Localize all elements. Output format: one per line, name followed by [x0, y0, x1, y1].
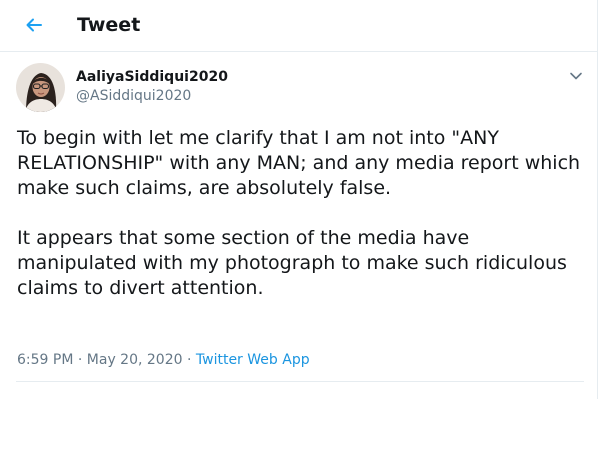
page-title: Tweet	[77, 14, 141, 36]
tweet-page: Tweet AaliyaSiddiqui2020 @ASiddiqui2020	[0, 0, 600, 450]
tweet-paragraph: It appears that some section of the medi…	[17, 227, 567, 299]
tweet-time[interactable]: 6:59 PM	[17, 352, 73, 368]
avatar[interactable]	[16, 63, 65, 112]
username[interactable]: @ASiddiqui2020	[76, 87, 191, 105]
chevron-down-icon	[570, 72, 582, 80]
meta-separator: ·	[186, 352, 192, 368]
divider	[16, 381, 584, 382]
arrow-left-icon	[26, 18, 42, 32]
tweet-text: To begin with let me clarify that I am n…	[17, 126, 587, 326]
tweet-source-link[interactable]: Twitter Web App	[196, 352, 310, 368]
meta-separator: ·	[77, 352, 83, 368]
page-header: Tweet	[0, 0, 597, 52]
tweet-meta: 6:59 PM · May 20, 2020 · Twitter Web App	[17, 351, 310, 369]
back-button[interactable]	[19, 10, 49, 40]
avatar-photo	[16, 63, 65, 112]
tweet-paragraph: To begin with let me clarify that I am n…	[17, 127, 581, 199]
more-options-button[interactable]	[565, 66, 587, 86]
display-name[interactable]: AaliyaSiddiqui2020	[76, 68, 228, 86]
tweet-panel: Tweet AaliyaSiddiqui2020 @ASiddiqui2020	[0, 0, 598, 399]
tweet-date[interactable]: May 20, 2020	[87, 352, 183, 368]
